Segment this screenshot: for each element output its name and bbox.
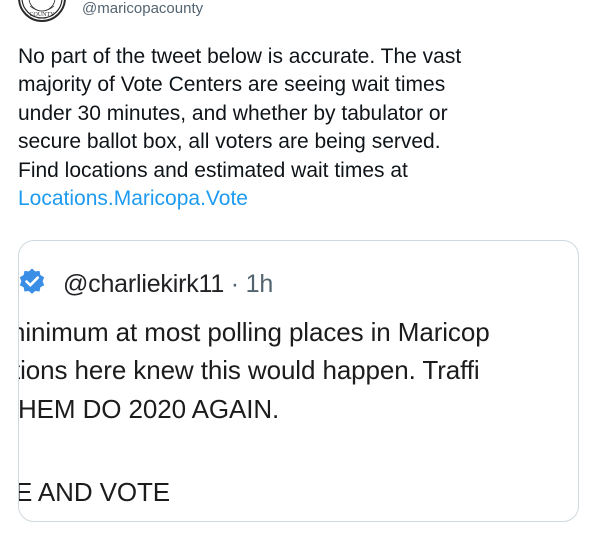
tweet-text: No part of the tweet below is accurate. … — [18, 43, 578, 213]
tweet-text-line: under 30 minutes, and whether by tabulat… — [18, 101, 448, 125]
county-seal-icon: COUNTY — [21, 0, 63, 19]
tweet-text-line: Find locations and estimated wait times … — [18, 158, 408, 182]
tweet-text-line: secure ballot box, all voters are being … — [18, 130, 441, 154]
locations-link[interactable]: Locations.Maricopa.Vote — [18, 187, 248, 210]
quoted-tweet-time: · 1h — [224, 270, 274, 298]
avatar[interactable]: COUNTY — [18, 0, 66, 22]
quoted-tweet-author[interactable]: @charliekirk11 · 1h — [63, 269, 273, 299]
quoted-text-line: HEM DO 2020 AGAIN. — [18, 394, 280, 424]
tweet-text-line: No part of the tweet below is accurate. … — [18, 45, 462, 68]
tweet-text-line: majority of Vote Centers are seeing wait… — [18, 73, 446, 97]
quoted-text-line: E AND VOTE — [18, 477, 171, 507]
quoted-text-line: tions here knew this would happen. Traff… — [18, 355, 480, 385]
quoted-text-line: ninimum at most polling places in Marico… — [18, 317, 490, 347]
quoted-author-handle: @charliekirk11 — [63, 270, 225, 298]
verified-badge-icon — [19, 268, 45, 294]
avatar-seal-text: COUNTY — [30, 12, 56, 18]
quoted-tweet-card[interactable]: @charliekirk11 · 1h ninimum at most poll… — [18, 240, 579, 522]
tweet-author-handle[interactable]: @maricopacounty — [82, 0, 203, 18]
